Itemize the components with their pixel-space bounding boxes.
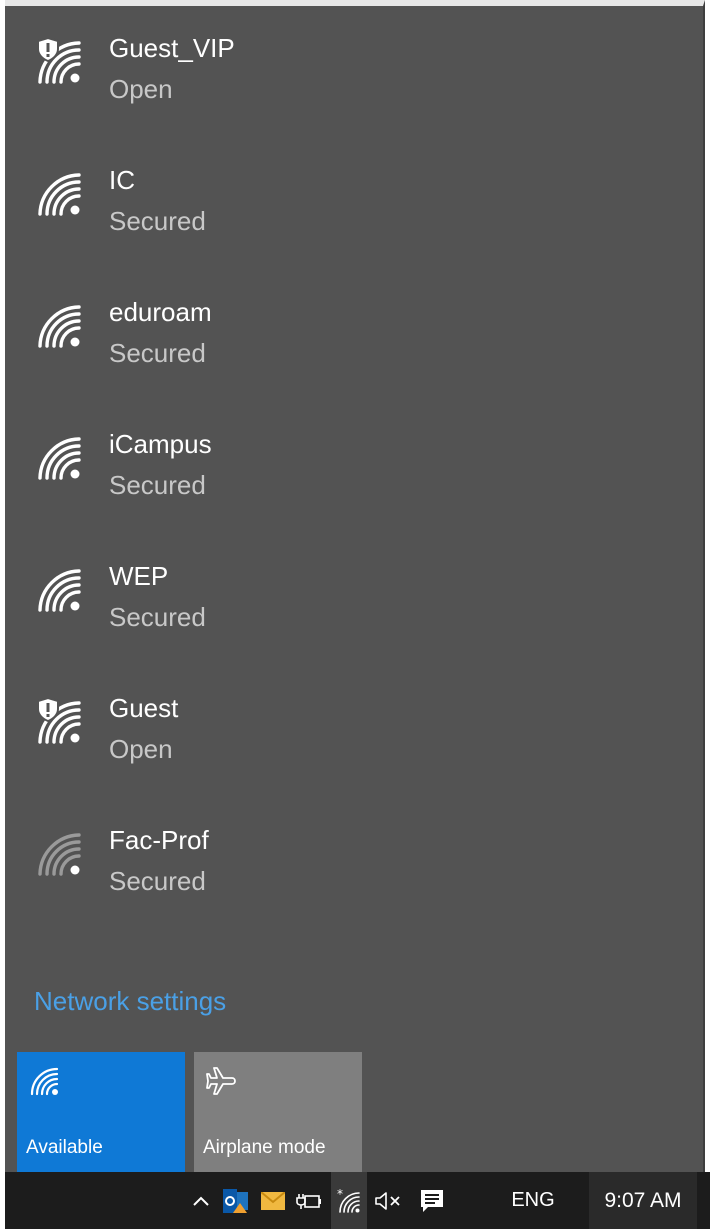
wifi-icon: *	[337, 1189, 360, 1213]
network-name: iCampus	[109, 429, 212, 459]
language-indicator[interactable]: ENG	[505, 1172, 561, 1229]
network-name: IC	[109, 165, 135, 195]
wifi-icon	[38, 305, 81, 348]
wifi-icon	[38, 173, 81, 216]
airplane-icon	[206, 1067, 236, 1095]
power-plug-icon	[296, 1193, 321, 1209]
svg-text:*: *	[337, 1189, 343, 1201]
network-status: Secured	[109, 470, 206, 500]
action-center-icon	[421, 1189, 443, 1212]
volume-muted-icon	[375, 1191, 400, 1210]
chevron-up-icon	[193, 1196, 209, 1206]
wifi-icon	[30, 1067, 59, 1096]
network-status: Secured	[109, 602, 206, 632]
wifi-icon	[38, 437, 81, 480]
network-item-ic[interactable]: IC Secured	[5, 138, 701, 270]
wifi-tile-label: Available	[26, 1137, 103, 1158]
wifi-weak-icon	[38, 833, 81, 876]
action-center-button[interactable]	[415, 1172, 449, 1229]
wifi-toggle-tile[interactable]: Available	[17, 1052, 185, 1173]
network-item-wep[interactable]: WEP Secured	[5, 534, 701, 666]
battery-tray-button[interactable]	[293, 1172, 323, 1229]
network-item-icampus[interactable]: iCampus Secured	[5, 402, 701, 534]
network-item-guest[interactable]: Guest Open	[5, 666, 701, 798]
network-tray-button[interactable]: *	[331, 1172, 367, 1229]
taskbar: * ENG 9:07 AM	[5, 1172, 710, 1229]
airplane-tile-label: Airplane mode	[203, 1137, 326, 1158]
network-status: Secured	[109, 338, 206, 368]
network-name: Guest	[109, 693, 179, 723]
airplane-mode-tile[interactable]: Airplane mode	[194, 1052, 362, 1173]
network-status: Open	[109, 74, 173, 104]
wifi-open-icon	[37, 698, 81, 744]
outlook-tray-button[interactable]	[221, 1172, 251, 1229]
network-status: Open	[109, 734, 173, 764]
network-status: Secured	[109, 206, 206, 236]
network-item-fac-prof[interactable]: Fac-Prof Secured	[5, 798, 701, 930]
network-name: WEP	[109, 561, 169, 591]
mail-icon	[261, 1191, 285, 1210]
network-name: Guest_VIP	[109, 33, 235, 63]
network-item-eduroam[interactable]: eduroam Secured	[5, 270, 701, 402]
mail-tray-button[interactable]	[259, 1172, 287, 1229]
show-hidden-icons-button[interactable]	[187, 1172, 215, 1229]
volume-tray-button[interactable]	[373, 1172, 405, 1229]
wifi-icon	[38, 569, 81, 612]
network-status: Secured	[109, 866, 206, 896]
clock[interactable]: 9:07 AM	[589, 1172, 697, 1229]
network-settings-link[interactable]: Network settings	[34, 986, 226, 1017]
wifi-open-icon	[37, 38, 81, 84]
network-item-guest-vip[interactable]: Guest_VIP Open	[5, 6, 701, 138]
network-name: eduroam	[109, 297, 212, 327]
outlook-icon	[223, 1188, 248, 1213]
network-flyout: Guest_VIP Open IC Secured eduroam Secure…	[5, 0, 705, 1173]
network-name: Fac-Prof	[109, 825, 209, 855]
